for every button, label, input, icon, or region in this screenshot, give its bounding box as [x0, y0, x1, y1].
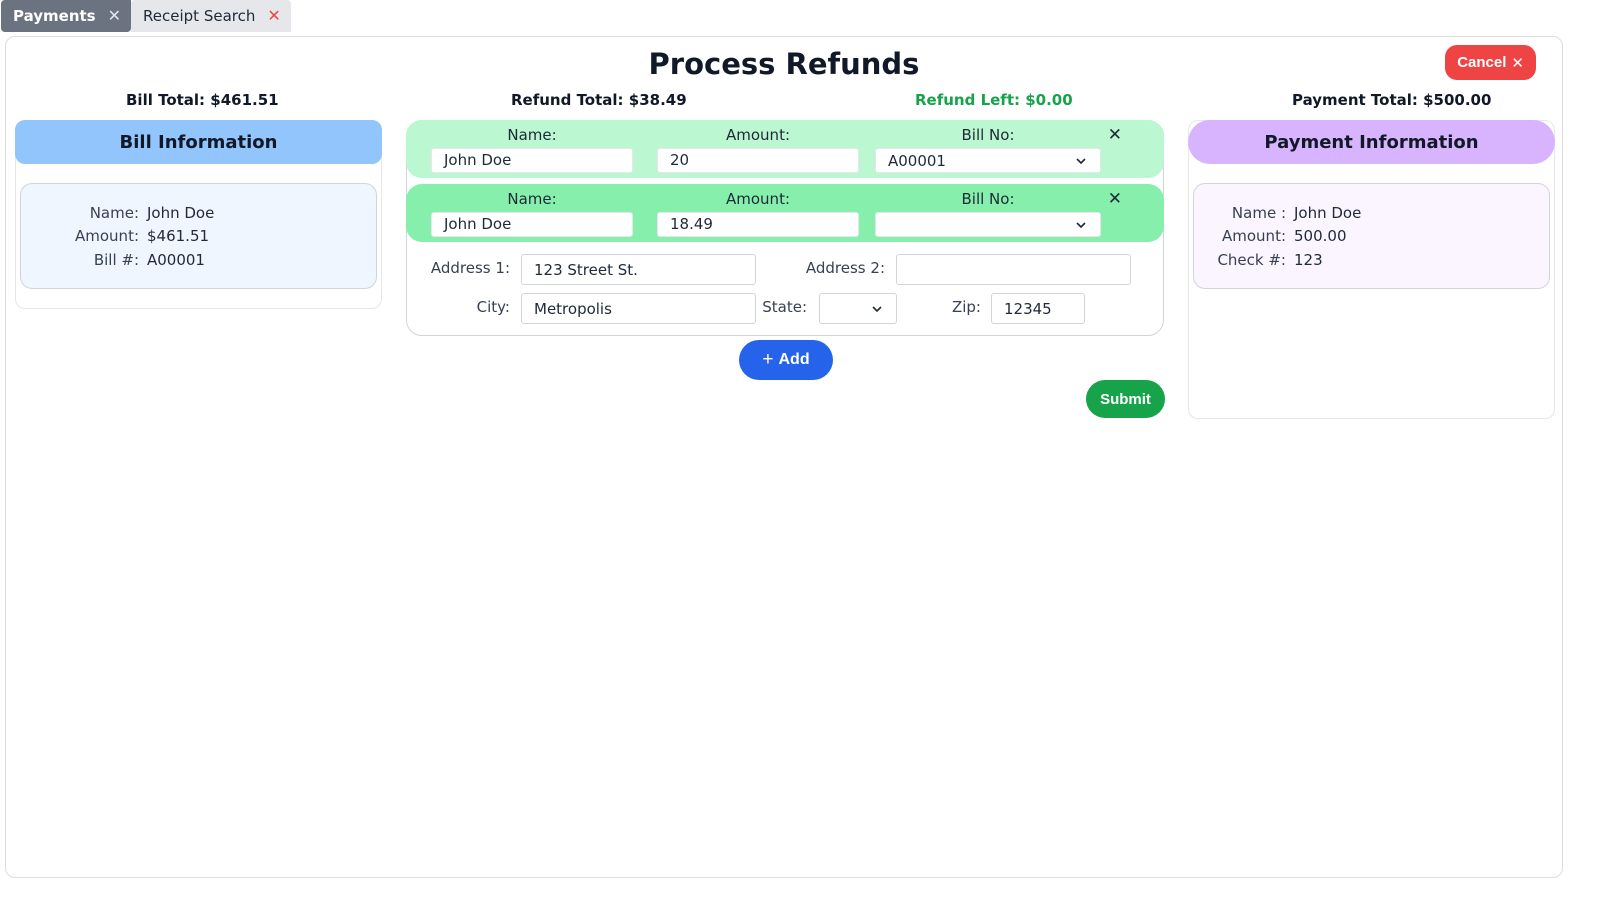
chevron-down-icon [1076, 157, 1086, 164]
tab-payments[interactable]: Payments ✕ [1, 0, 132, 32]
bill-information-panel: Bill Information Name: John Doe Amount: … [15, 120, 382, 309]
cancel-label: Cancel [1457, 54, 1507, 71]
chevron-down-icon [1076, 221, 1086, 228]
payment-name-row: Name : John Doe [1194, 201, 1549, 225]
payment-info-box: Name : John Doe Amount: 500.00 Check #: … [1193, 183, 1550, 289]
close-icon: ✕ [1511, 54, 1524, 72]
page-title: Process Refunds [648, 47, 920, 81]
payment-total: Payment Total: $500.00 [1292, 91, 1492, 109]
remove-row-icon[interactable]: ✕ [1108, 189, 1122, 209]
label: Name: [89, 203, 139, 222]
value: $461.51 [147, 227, 210, 246]
bill-information-header: Bill Information [15, 120, 382, 164]
bill-no-select[interactable] [875, 212, 1101, 237]
value: 500.00 [1294, 227, 1347, 246]
value: A00001 [147, 250, 205, 269]
cancel-button[interactable]: Cancel ✕ [1445, 45, 1536, 80]
state-label: State: [762, 298, 807, 316]
refund-row: Name: Amount: Bill No: John Doe 20 A0000… [406, 120, 1164, 178]
refund-left: Refund Left: $0.00 [915, 91, 1073, 109]
city-label: City: [476, 298, 510, 316]
refund-panel: Name: Amount: Bill No: John Doe 20 A0000… [406, 120, 1164, 336]
tab-bar: Payments ✕ Receipt Search ✕ [1, 0, 291, 32]
name-label: Name: [507, 190, 557, 208]
address2-label: Address 2: [805, 259, 885, 277]
bill-no-value: A00001 [888, 151, 946, 170]
amount-label: Amount: [726, 190, 790, 208]
value: John Doe [1294, 203, 1362, 222]
chevron-down-icon [872, 305, 882, 312]
close-icon[interactable]: ✕ [267, 8, 280, 24]
refund-total: Refund Total: $38.49 [511, 91, 687, 109]
name-label: Name: [507, 126, 557, 144]
remove-row-icon[interactable]: ✕ [1108, 125, 1122, 145]
submit-button[interactable]: Submit [1086, 380, 1165, 418]
refund-name-input[interactable]: John Doe [431, 212, 633, 237]
label: Amount: [1222, 227, 1286, 246]
label: Name : [1231, 203, 1286, 222]
payment-information-panel: Payment Information Name : John Doe Amou… [1188, 120, 1555, 419]
tab-label: Payments [13, 7, 96, 25]
address1-label: Address 1: [430, 259, 510, 277]
value: John Doe [147, 203, 215, 222]
amount-label: Amount: [726, 126, 790, 144]
plus-icon: + [762, 349, 774, 370]
payment-amount-row: Amount: 500.00 [1194, 225, 1549, 249]
city-input[interactable]: Metropolis [521, 293, 756, 324]
bill-no-label: Bill No: [961, 126, 1015, 144]
payment-information-header: Payment Information [1188, 120, 1555, 164]
bill-number-row: Bill #: A00001 [21, 248, 376, 272]
bill-info-box: Name: John Doe Amount: $461.51 Bill #: A… [20, 183, 377, 289]
zip-label: Zip: [951, 298, 981, 316]
add-refund-button[interactable]: + Add [739, 340, 833, 380]
close-icon[interactable]: ✕ [108, 8, 121, 24]
tab-label: Receipt Search [143, 7, 256, 25]
add-label: Add [778, 351, 810, 368]
label: Amount: [75, 227, 139, 246]
address1-input[interactable]: 123 Street St. [521, 254, 756, 285]
refund-amount-input[interactable]: 18.49 [657, 212, 859, 237]
bill-total: Bill Total: $461.51 [126, 91, 279, 109]
refund-row: Name: Amount: Bill No: John Doe 18.49 ✕ [406, 184, 1164, 242]
zip-input[interactable]: 12345 [991, 293, 1085, 324]
label: Check #: [1217, 250, 1286, 269]
state-select[interactable] [819, 293, 897, 324]
bill-no-select[interactable]: A00001 [875, 148, 1101, 173]
bill-no-label: Bill No: [961, 190, 1015, 208]
refund-name-input[interactable]: John Doe [431, 148, 633, 173]
main-container: Process Refunds Cancel ✕ Bill Total: $46… [5, 36, 1563, 878]
label: Bill #: [93, 250, 139, 269]
payment-check-row: Check #: 123 [1194, 248, 1549, 272]
tab-receipt-search[interactable]: Receipt Search ✕ [131, 0, 291, 32]
refund-amount-input[interactable]: 20 [657, 148, 859, 173]
address2-input[interactable] [896, 254, 1131, 285]
value: 123 [1294, 250, 1323, 269]
bill-amount-row: Amount: $461.51 [21, 225, 376, 249]
bill-name-row: Name: John Doe [21, 201, 376, 225]
